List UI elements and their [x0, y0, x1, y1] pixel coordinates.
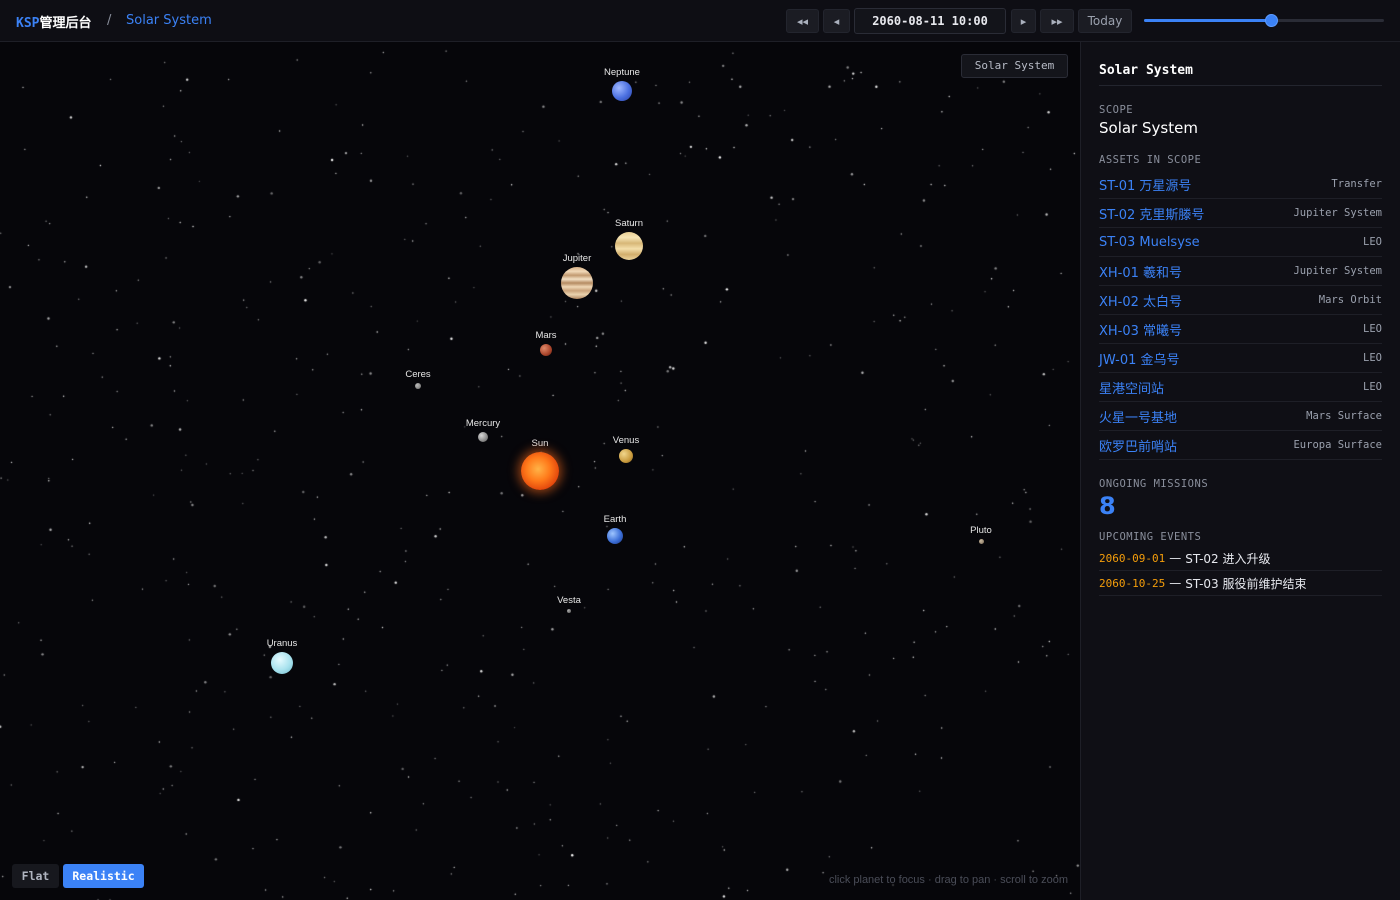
body-label-jupiter: Jupiter: [562, 253, 592, 264]
flat-view-button[interactable]: Flat: [12, 864, 59, 888]
asset-location: Europa Surface: [1293, 439, 1382, 451]
asset-row[interactable]: XH-02 太白号 Mars Orbit: [1099, 286, 1382, 315]
event-date: 2060-10-25: [1099, 576, 1166, 590]
brand-prefix: KSP: [16, 16, 40, 31]
asset-location: LEO: [1363, 352, 1382, 364]
panel-title: Solar System: [1099, 63, 1382, 86]
asset-row[interactable]: ST-01 万星源号 Transfer: [1099, 170, 1382, 199]
body-label-earth: Earth: [603, 514, 627, 525]
brand-logo[interactable]: KSP管理后台: [16, 12, 92, 31]
body-label-saturn: Saturn: [615, 218, 643, 229]
body-label-uranus: Uranus: [266, 638, 298, 649]
body-label-mars: Mars: [535, 330, 557, 341]
body-label-neptune: Neptune: [604, 67, 640, 78]
interaction-hint: click planet to focus · drag to pan · sc…: [828, 874, 1068, 886]
step-forward-icon: ▸: [1020, 14, 1027, 28]
asset-location: Jupiter System: [1293, 207, 1382, 219]
sun-icon: [521, 452, 559, 490]
info-panel: Solar System SCOPE Solar System ASSETS I…: [1080, 42, 1400, 900]
mars-planet-icon: [540, 344, 552, 356]
jupiter-planet-icon: [561, 267, 593, 299]
today-button[interactable]: Today: [1078, 9, 1132, 33]
asset-row[interactable]: 星港空间站 LEO: [1099, 373, 1382, 402]
step-forward-button[interactable]: ▸: [1011, 9, 1036, 33]
neptune-planet-icon: [612, 81, 632, 101]
event-separator: —: [1169, 576, 1182, 590]
asset-location: LEO: [1363, 381, 1382, 393]
step-back-icon: ◂: [833, 14, 840, 28]
asset-row[interactable]: XH-03 常曦号 LEO: [1099, 315, 1382, 344]
scope-value: Solar System: [1099, 119, 1198, 137]
vesta-asteroid-icon: [567, 609, 571, 613]
uranus-planet-icon: [271, 652, 293, 674]
top-bar: KSP管理后台 / Solar System ◂◂ ◂ 2060-08-11 1…: [0, 0, 1400, 42]
asset-location: LEO: [1363, 323, 1382, 335]
event-text: ST-02 进入升级: [1185, 551, 1271, 566]
forward-fast-button[interactable]: ▸▸: [1040, 9, 1074, 33]
asset-name[interactable]: XH-03 常曦号: [1099, 320, 1182, 339]
rewind-fast-button[interactable]: ◂◂: [786, 9, 819, 33]
earth-planet-icon: [607, 528, 623, 544]
breadcrumb-separator: /: [107, 13, 112, 28]
asset-row[interactable]: 欧罗巴前哨站 Europa Surface: [1099, 431, 1382, 460]
event-row: 2060-10-25— ST-03 服役前维护结束: [1099, 571, 1382, 596]
event-date: 2060-09-01: [1099, 551, 1166, 565]
scope-badge: Solar System: [961, 54, 1068, 78]
asset-row[interactable]: ST-03 Muelsyse LEO: [1099, 228, 1382, 257]
solar-system-view[interactable]: Sun Mercury Venus Earth Mars Ceres Vesta: [0, 42, 1080, 900]
scope-label: SCOPE: [1099, 104, 1134, 116]
asset-name[interactable]: ST-03 Muelsyse: [1099, 235, 1200, 250]
asset-name[interactable]: JW-01 金乌号: [1099, 349, 1180, 368]
forward-fast-icon: ▸▸: [1051, 14, 1063, 28]
asset-row[interactable]: XH-01 羲和号 Jupiter System: [1099, 257, 1382, 286]
venus-planet-icon: [619, 449, 633, 463]
asset-location: Mars Orbit: [1318, 294, 1382, 306]
asset-name[interactable]: XH-01 羲和号: [1099, 262, 1182, 281]
body-label-ceres: Ceres: [405, 369, 431, 380]
asset-location: LEO: [1363, 236, 1382, 248]
time-slider-thumb[interactable]: [1265, 14, 1279, 27]
mercury-planet-icon: [478, 432, 488, 442]
body-label-vesta: Vesta: [557, 595, 581, 606]
body-label-mercury: Mercury: [465, 418, 501, 429]
asset-name[interactable]: ST-02 克里斯滕号: [1099, 204, 1204, 223]
asset-row[interactable]: 火星一号基地 Mars Surface: [1099, 402, 1382, 431]
body-label-pluto: Pluto: [970, 524, 992, 536]
datetime-input[interactable]: 2060-08-11 10:00: [854, 8, 1006, 34]
event-text: ST-03 服役前维护结束: [1185, 576, 1307, 591]
missions-label: ONGOING MISSIONS: [1099, 478, 1209, 490]
realistic-view-button[interactable]: Realistic: [63, 864, 144, 888]
asset-row[interactable]: JW-01 金乌号 LEO: [1099, 344, 1382, 373]
asset-list: ST-01 万星源号 Transfer ST-02 克里斯滕号 Jupiter Sy…: [1099, 170, 1382, 460]
breadcrumb-current-page[interactable]: Solar System: [126, 13, 212, 28]
assets-label: ASSETS IN SCOPE: [1099, 154, 1202, 166]
asset-name[interactable]: 欧罗巴前哨站: [1099, 436, 1177, 455]
saturn-planet-icon: [615, 232, 643, 260]
body-label-sun: Sun: [531, 438, 549, 449]
brand-suffix: 管理后台: [39, 16, 92, 31]
step-back-button[interactable]: ◂: [823, 9, 850, 33]
asset-name[interactable]: 火星一号基地: [1099, 407, 1177, 426]
event-list: 2060-09-01— ST-02 进入升级 2060-10-25— ST-03 服…: [1099, 546, 1382, 596]
asset-location: Mars Surface: [1306, 410, 1382, 422]
asset-name[interactable]: 星港空间站: [1099, 378, 1164, 397]
pluto-dwarf-planet-icon: [978, 538, 984, 544]
body-label-venus: Venus: [612, 435, 640, 446]
asset-row[interactable]: ST-02 克里斯滕号 Jupiter System: [1099, 199, 1382, 228]
asset-location: Jupiter System: [1293, 265, 1382, 277]
rewind-fast-icon: ◂◂: [796, 14, 809, 28]
ceres-dwarf-planet-icon: [415, 383, 421, 389]
asset-location: Transfer: [1331, 178, 1382, 190]
asset-name[interactable]: ST-01 万星源号: [1099, 175, 1191, 194]
event-separator: —: [1169, 551, 1182, 565]
events-label: UPCOMING EVENTS: [1099, 531, 1202, 543]
event-row: 2060-09-01— ST-02 进入升级: [1099, 546, 1382, 571]
asset-name[interactable]: XH-02 太白号: [1099, 291, 1182, 310]
time-slider-fill: [1144, 19, 1272, 22]
time-slider[interactable]: [1144, 14, 1384, 28]
missions-count: 8: [1099, 492, 1116, 520]
